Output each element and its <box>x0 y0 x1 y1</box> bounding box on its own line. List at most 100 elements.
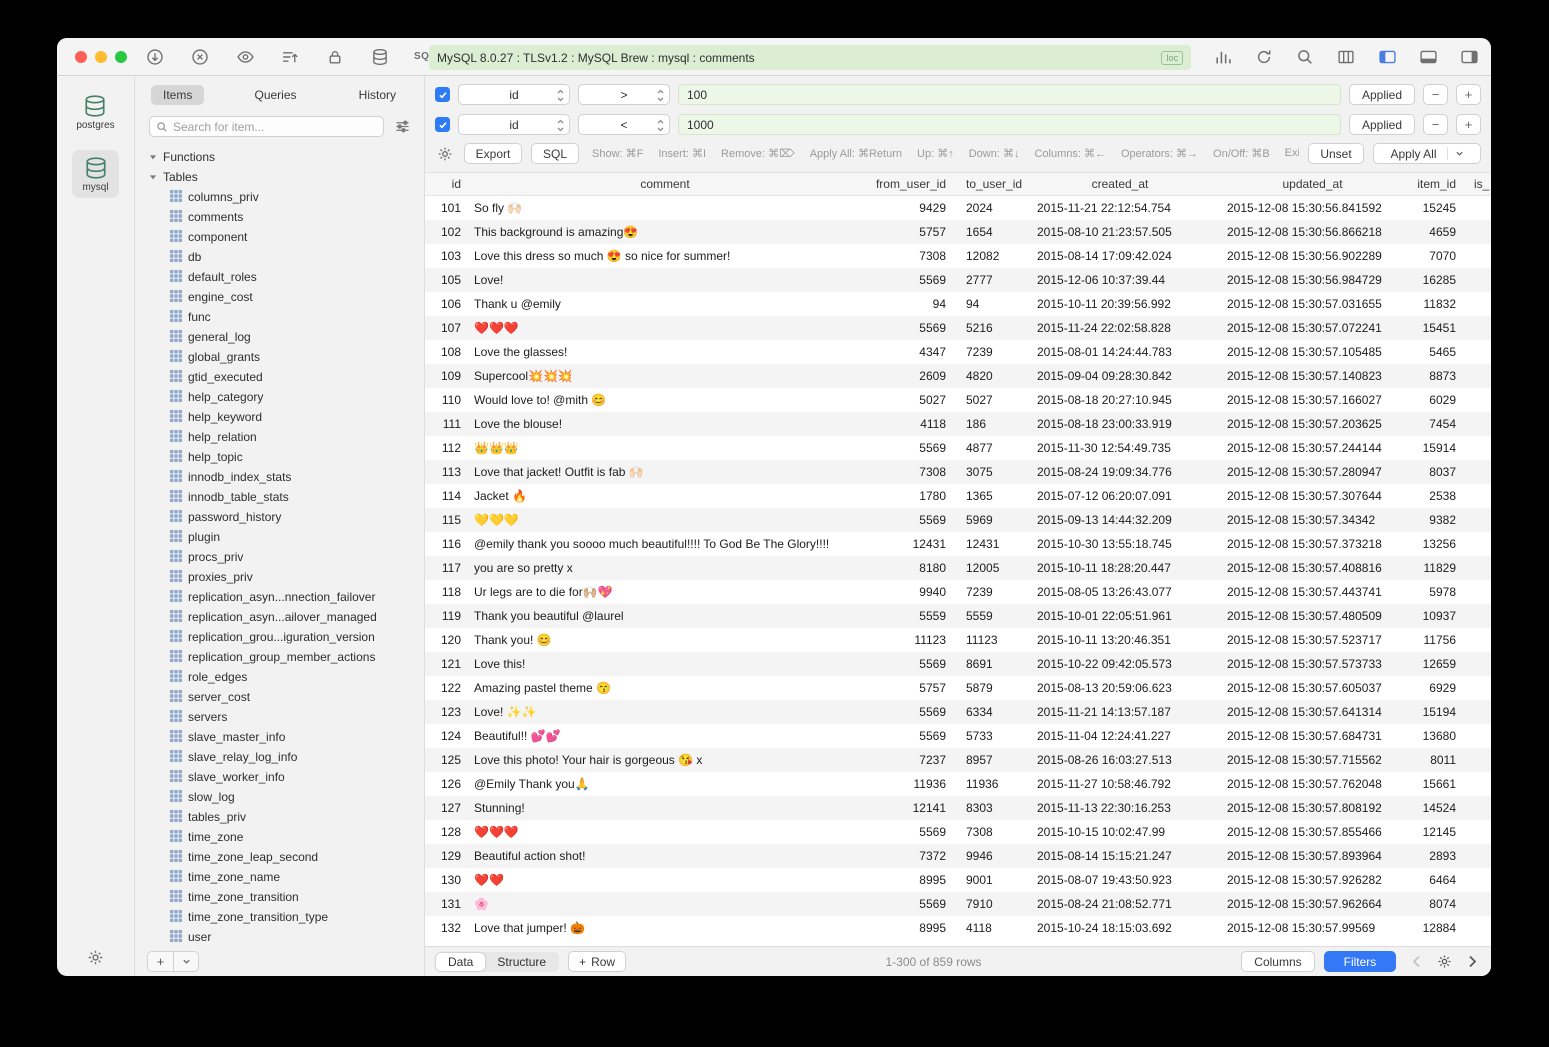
cell-created_at[interactable]: 2015-07-12 06:20:07.091 <box>1025 489 1215 503</box>
cell-comment[interactable]: Supercool💥💥💥 <box>465 369 865 383</box>
sidebar-table-item[interactable]: proxies_priv <box>149 567 424 587</box>
remove-filter-button[interactable]: − <box>1423 84 1448 105</box>
table-row[interactable]: 108Love the glasses!434772392015-08-01 1… <box>425 340 1491 364</box>
table-row[interactable]: 106Thank u @emily94942015-10-11 20:39:56… <box>425 292 1491 316</box>
table-row[interactable]: 118Ur legs are to die for🙌🏼💖994072392015… <box>425 580 1491 604</box>
cell-created_at[interactable]: 2015-09-04 09:28:30.842 <box>1025 369 1215 383</box>
cell-comment[interactable]: Thank u @emily <box>465 297 865 311</box>
table-row[interactable]: 105Love!556927772015-12-06 10:37:39.4420… <box>425 268 1491 292</box>
cell-item_id[interactable]: 10937 <box>1410 609 1460 623</box>
sidebar-table-item[interactable]: tables_priv <box>149 807 424 827</box>
cell-comment[interactable]: Love the blouse! <box>465 417 865 431</box>
cell-comment[interactable]: Amazing pastel theme 😙 <box>465 681 865 695</box>
cell-updated_at[interactable]: 2015-12-08 15:30:57.244144 <box>1215 441 1410 455</box>
cell-from_user_id[interactable]: 5757 <box>865 225 950 239</box>
cell-item_id[interactable]: 14524 <box>1410 801 1460 815</box>
columns-view-icon[interactable] <box>1336 47 1356 67</box>
cell-updated_at[interactable]: 2015-12-08 15:30:57.031655 <box>1215 297 1410 311</box>
connection-postgres[interactable]: postgres <box>66 88 124 136</box>
cell-updated_at[interactable]: 2015-12-08 15:30:57.280947 <box>1215 465 1410 479</box>
filters-button[interactable]: Filters <box>1324 951 1396 972</box>
cell-updated_at[interactable]: 2015-12-08 15:30:57.307644 <box>1215 489 1410 503</box>
cell-item_id[interactable]: 5978 <box>1410 585 1460 599</box>
cell-updated_at[interactable]: 2015-12-08 15:30:57.855466 <box>1215 825 1410 839</box>
table-row[interactable]: 109Supercool💥💥💥260948202015-09-04 09:28:… <box>425 364 1491 388</box>
tab-structure[interactable]: Structure <box>485 953 558 971</box>
table-row[interactable]: 101So fly 🙌🏻942920242015-11-21 22:12:54.… <box>425 196 1491 220</box>
add-item-dropdown[interactable] <box>173 952 198 971</box>
cell-id[interactable]: 129 <box>425 849 465 863</box>
filter-enabled-checkbox[interactable] <box>435 87 450 102</box>
cell-updated_at[interactable]: 2015-12-08 15:30:57.926282 <box>1215 873 1410 887</box>
cell-id[interactable]: 116 <box>425 537 465 551</box>
sidebar-table-item[interactable]: time_zone_name <box>149 867 424 887</box>
cell-id[interactable]: 127 <box>425 801 465 815</box>
cell-from_user_id[interactable]: 8995 <box>865 873 950 887</box>
cell-updated_at[interactable]: 2015-12-08 15:30:57.99569 <box>1215 921 1410 935</box>
cell-from_user_id[interactable]: 9940 <box>865 585 950 599</box>
cell-to_user_id[interactable]: 4877 <box>950 441 1025 455</box>
cell-to_user_id[interactable]: 5969 <box>950 513 1025 527</box>
sidebar-table-item[interactable]: time_zone_transition_type <box>149 907 424 927</box>
cell-created_at[interactable]: 2015-10-22 09:42:05.573 <box>1025 657 1215 671</box>
cell-from_user_id[interactable]: 5569 <box>865 825 950 839</box>
table-row[interactable]: 132Love that jumper! 🎃899541182015-10-24… <box>425 916 1491 940</box>
table-row[interactable]: 110Would love to! @mith 😊502750272015-08… <box>425 388 1491 412</box>
sidebar-table-item[interactable]: help_relation <box>149 427 424 447</box>
cell-from_user_id[interactable]: 4347 <box>865 345 950 359</box>
cell-updated_at[interactable]: 2015-12-08 15:30:57.573733 <box>1215 657 1410 671</box>
sidebar-table-item[interactable]: engine_cost <box>149 287 424 307</box>
cell-updated_at[interactable]: 2015-12-08 15:30:57.684731 <box>1215 729 1410 743</box>
cell-comment[interactable]: Ur legs are to die for🙌🏼💖 <box>465 585 865 599</box>
cell-from_user_id[interactable]: 5569 <box>865 657 950 671</box>
cell-id[interactable]: 115 <box>425 513 465 527</box>
cell-to_user_id[interactable]: 7239 <box>950 345 1025 359</box>
cell-from_user_id[interactable]: 5569 <box>865 705 950 719</box>
cell-to_user_id[interactable]: 7910 <box>950 897 1025 911</box>
cell-updated_at[interactable]: 2015-12-08 15:30:57.715562 <box>1215 753 1410 767</box>
cell-item_id[interactable]: 2538 <box>1410 489 1460 503</box>
cell-comment[interactable]: Thank you! 😊 <box>465 633 865 647</box>
cell-created_at[interactable]: 2015-11-13 22:30:16.253 <box>1025 801 1215 815</box>
cell-updated_at[interactable]: 2015-12-08 15:30:57.373218 <box>1215 537 1410 551</box>
cell-comment[interactable]: Love! ✨✨ <box>465 705 865 719</box>
cell-id[interactable]: 105 <box>425 273 465 287</box>
table-row[interactable]: 119Thank you beautiful @laurel5559555920… <box>425 604 1491 628</box>
table-row[interactable]: 123Love! ✨✨556963342015-11-21 14:13:57.1… <box>425 700 1491 724</box>
cell-to_user_id[interactable]: 8957 <box>950 753 1025 767</box>
cell-item_id[interactable]: 8873 <box>1410 369 1460 383</box>
sidebar-table-item[interactable]: slave_master_info <box>149 727 424 747</box>
table-row[interactable]: 121Love this!556986912015-10-22 09:42:05… <box>425 652 1491 676</box>
cell-updated_at[interactable]: 2015-12-08 15:30:57.605037 <box>1215 681 1410 695</box>
cell-to_user_id[interactable]: 8691 <box>950 657 1025 671</box>
add-item-button[interactable]: + <box>148 952 173 971</box>
tab-history[interactable]: History <box>347 85 408 105</box>
cell-created_at[interactable]: 2015-12-06 10:37:39.44 <box>1025 273 1215 287</box>
table-row[interactable]: 126@Emily Thank you🙏11936119362015-11-27… <box>425 772 1491 796</box>
cell-created_at[interactable]: 2015-08-14 15:15:21.247 <box>1025 849 1215 863</box>
sidebar-table-item[interactable]: role_edges <box>149 667 424 687</box>
refresh-icon[interactable] <box>1254 47 1274 67</box>
cell-updated_at[interactable]: 2015-12-08 15:30:57.408816 <box>1215 561 1410 575</box>
sidebar-table-item[interactable]: time_zone_transition <box>149 887 424 907</box>
sidebar-table-item[interactable]: time_zone_leap_second <box>149 847 424 867</box>
column-header-item-id[interactable]: item_id <box>1410 177 1460 191</box>
cell-updated_at[interactable]: 2015-12-08 15:30:57.166027 <box>1215 393 1410 407</box>
cell-from_user_id[interactable]: 5559 <box>865 609 950 623</box>
cell-to_user_id[interactable]: 5733 <box>950 729 1025 743</box>
cell-item_id[interactable]: 11829 <box>1410 561 1460 575</box>
cell-created_at[interactable]: 2015-10-01 22:05:51.961 <box>1025 609 1215 623</box>
cell-item_id[interactable]: 8074 <box>1410 897 1460 911</box>
cell-from_user_id[interactable]: 11123 <box>865 633 950 647</box>
cell-item_id[interactable]: 13680 <box>1410 729 1460 743</box>
cell-created_at[interactable]: 2015-08-14 17:09:42.024 <box>1025 249 1215 263</box>
minimize-window-button[interactable] <box>95 51 107 63</box>
cell-comment[interactable]: Stunning! <box>465 801 865 815</box>
cell-id[interactable]: 107 <box>425 321 465 335</box>
cell-from_user_id[interactable]: 11936 <box>865 777 950 791</box>
cell-created_at[interactable]: 2015-10-24 18:15:03.692 <box>1025 921 1215 935</box>
cell-item_id[interactable]: 16285 <box>1410 273 1460 287</box>
cell-to_user_id[interactable]: 2024 <box>950 201 1025 215</box>
cell-updated_at[interactable]: 2015-12-08 15:30:57.203625 <box>1215 417 1410 431</box>
sidebar-table-item[interactable]: columns_priv <box>149 187 424 207</box>
